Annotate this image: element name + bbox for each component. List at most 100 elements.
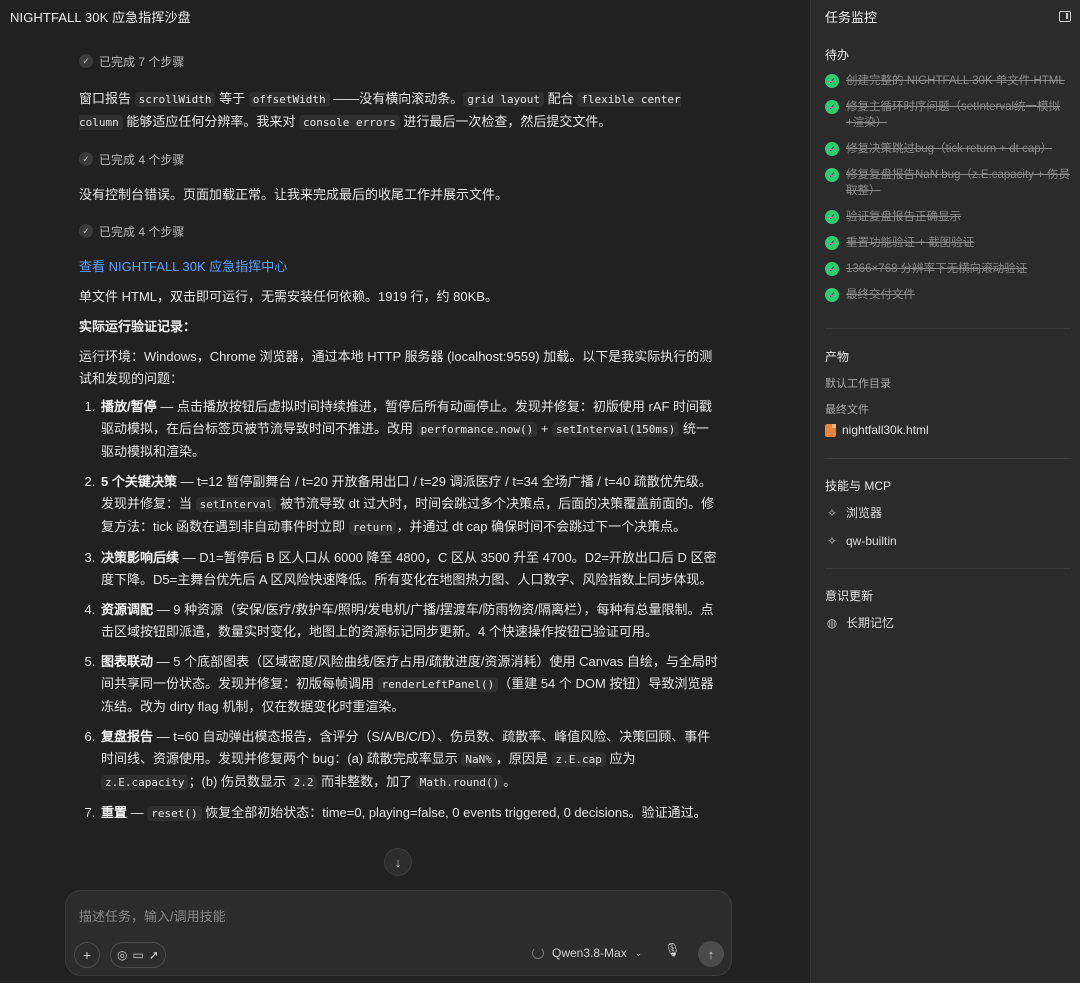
todo-item: ✓ 重置功能验证 + 截图验证	[825, 235, 1071, 251]
microphone-button[interactable]: 🎙	[664, 942, 681, 958]
todo-heading: 待办	[825, 48, 850, 62]
chat-transcript[interactable]: ✓ 已完成 7 个步骤 窗口报告 scrollWidth 等于 offsetWi…	[79, 48, 721, 878]
inline-code: z.E.cap	[551, 752, 606, 767]
check-icon: ✓	[79, 224, 93, 238]
item-title: 播放/暂停	[101, 399, 157, 414]
item-title: 5 个关键决策	[101, 474, 177, 489]
task-monitor-sidebar: 任务监控 待办 ✓ 创建完整的 NIGHTFALL 30K 单文件 HTML ✓ 修…	[810, 0, 1080, 983]
chat-main-panel: NIGHTFALL 30K 应急指挥沙盘 ✓ 已完成 7 个步骤 窗口报告 sc…	[0, 0, 810, 983]
todo-text: 1366×768 分辨率下无横向滚动验证	[846, 263, 1028, 275]
section-heading: 实际运行验证记录：	[79, 319, 197, 334]
microphone-icon: 🎙	[664, 942, 681, 957]
text: 而非整数，加了	[317, 774, 416, 789]
text: 进行最后一次检查，然后提交文件。	[399, 114, 612, 129]
inline-code: return	[348, 520, 397, 535]
verification-list: 播放/暂停 — 点击播放按钮后虚拟时间持续推进，暂停后所有动画停止。发现并修复：…	[99, 396, 721, 825]
view-artifact-link[interactable]: 查看 NIGHTFALL 30K 应急指挥中心	[79, 256, 721, 278]
inline-code: reset()	[147, 806, 202, 821]
text: — D1=暂停后 B 区人口从 6000 降至 4800，C 区从 3500 升…	[101, 550, 717, 587]
check-circle-icon: ✓	[825, 142, 839, 156]
panel-toggle-icon[interactable]	[1059, 10, 1071, 22]
loading-spinner-icon	[532, 947, 544, 959]
memory-item[interactable]: ◍ 长期记忆	[825, 614, 1071, 631]
todo-item: ✓ 修复主循环时序问题（setInterval统一模拟+渲染）	[825, 99, 1071, 131]
text: ；(b) 伤员数显示	[188, 774, 290, 789]
cursor-icon[interactable]: ➚	[149, 948, 159, 962]
skill-label: qw-builtin	[846, 533, 897, 548]
todo-text: 修复复盘报告NaN bug（z.E.capacity + 伤员取整）	[846, 169, 1070, 197]
item-title: 决策影响后续	[101, 550, 180, 565]
check-circle-icon: ✓	[825, 100, 839, 114]
steps-completed-toggle[interactable]: ✓ 已完成 4 个步骤	[79, 146, 721, 172]
inline-code: Math.round()	[415, 775, 504, 790]
divider	[825, 568, 1071, 569]
arrow-up-icon: ↑	[707, 946, 715, 962]
sidebar-header: 任务监控	[825, 6, 1071, 26]
sidebar-title: 任务监控	[825, 9, 878, 25]
steps-label: 已完成 7 个步骤	[99, 54, 185, 69]
steps-completed-toggle[interactable]: ✓ 已完成 7 个步骤	[79, 48, 721, 74]
todo-item: ✓ 最终交付文件	[825, 287, 1071, 303]
todo-item: ✓ 修复复盘报告NaN bug（z.E.capacity + 伤员取整）	[825, 167, 1071, 199]
memory-heading: 意识更新	[825, 589, 874, 603]
model-name: Qwen3.8-Max	[552, 946, 627, 960]
skills-heading: 技能与 MCP	[825, 479, 892, 493]
text: +	[537, 421, 553, 436]
outputs-heading: 产物	[825, 350, 850, 364]
outputs-section: 产物 默认工作目录 最终文件 nightfall30k.html	[825, 348, 1071, 437]
list-item: 5 个关键决策 — t=12 暂停副舞台 / t=20 开放备用出口 / t=2…	[99, 471, 721, 539]
monitor-icon[interactable]: ▭	[132, 948, 143, 962]
check-circle-icon: ✓	[825, 74, 839, 88]
steps-completed-toggle[interactable]: ✓ 已完成 4 个步骤	[79, 218, 721, 244]
inline-code: setInterval	[195, 497, 277, 512]
todo-text: 最终交付文件	[846, 289, 915, 301]
globe-icon[interactable]: ◎	[117, 948, 127, 962]
skill-item-browser[interactable]: ⟡ 浏览器	[825, 504, 1071, 521]
list-item: 播放/暂停 — 点击播放按钮后虚拟时间持续推进，暂停后所有动画停止。发现并修复：…	[99, 396, 721, 463]
list-item: 图表联动 — 5 个底部图表（区域密度/风险曲线/医疗占用/疏散进度/资源消耗）…	[99, 651, 721, 718]
model-selector[interactable]: Qwen3.8-Max ⌄	[532, 946, 642, 960]
composer-input[interactable]: 描述任务，输入/调用技能	[79, 906, 226, 925]
check-circle-icon: ✓	[825, 210, 839, 224]
check-circle-icon: ✓	[825, 262, 839, 276]
scroll-to-bottom-button[interactable]: ↓	[384, 848, 412, 876]
inline-code: z.E.capacity	[101, 775, 189, 790]
send-button[interactable]: ↑	[698, 941, 724, 967]
todo-section: 待办 ✓ 创建完整的 NIGHTFALL 30K 单文件 HTML ✓ 修复主循环时…	[825, 46, 1071, 313]
text: 等于	[215, 91, 249, 106]
list-item: 复盘报告 — t=60 自动弹出模态报告，含评分（S/A/B/C/D）、伤员数、…	[99, 726, 721, 794]
todo-text: 修复决策跳过bug（tick return + dt cap）	[846, 143, 1053, 155]
inline-code: scrollWidth	[134, 92, 216, 107]
inline-code: console errors	[298, 115, 400, 130]
message-paragraph: 窗口报告 scrollWidth 等于 offsetWidth ——没有横向滚动…	[79, 88, 721, 134]
todo-text: 验证复盘报告正确显示	[846, 211, 961, 223]
inline-code: offsetWidth	[248, 92, 330, 107]
skill-label: 浏览器	[846, 506, 883, 520]
message-paragraph: 单文件 HTML，双击即可运行，无需安装任何依赖。1919 行，约 80KB。	[79, 289, 498, 304]
text: 能够适应任何分辨率。我来对	[122, 114, 299, 129]
skill-icon: ⟡	[828, 533, 836, 547]
text: —	[127, 805, 148, 820]
skills-section: 技能与 MCP ⟡ 浏览器 ⟡ qw-builtin	[825, 477, 1071, 560]
html-file-icon	[825, 423, 836, 437]
divider	[825, 328, 1071, 329]
text: ，原因是	[495, 751, 552, 766]
message-paragraph: 运行环境：Windows，Chrome 浏览器，通过本地 HTTP 服务器 (l…	[79, 349, 713, 386]
tool-toggles[interactable]: ◎ ▭ ➚	[110, 942, 166, 968]
check-icon: ✓	[79, 54, 93, 68]
workdir-label[interactable]: 默认工作目录	[825, 375, 1071, 391]
skill-item-qw-builtin[interactable]: ⟡ qw-builtin	[825, 533, 1071, 548]
skill-icon: ⟡	[828, 505, 836, 519]
plus-icon: +	[82, 947, 92, 963]
arrow-down-icon: ↓	[394, 854, 402, 870]
text: 应为	[605, 751, 636, 766]
item-title: 图表联动	[101, 654, 154, 669]
output-file[interactable]: nightfall30k.html	[825, 423, 1071, 437]
add-button[interactable]: +	[74, 942, 100, 968]
steps-label: 已完成 4 个步骤	[99, 224, 185, 239]
todo-item: ✓ 验证复盘报告正确显示	[825, 209, 1071, 225]
list-item: 重置 — reset() 恢复全部初始状态：time=0, playing=fa…	[99, 802, 721, 825]
composer[interactable]: 描述任务，输入/调用技能 + ◎ ▭ ➚ Qwen3.8-Max ⌄ 🎙 ↑	[65, 890, 732, 976]
list-item: 资源调配 — 9 种资源（安保/医疗/救护车/照明/发电机/广播/摆渡车/防雨物…	[99, 599, 721, 643]
text: 恢复全部初始状态：time=0, playing=false, 0 events…	[201, 805, 707, 820]
